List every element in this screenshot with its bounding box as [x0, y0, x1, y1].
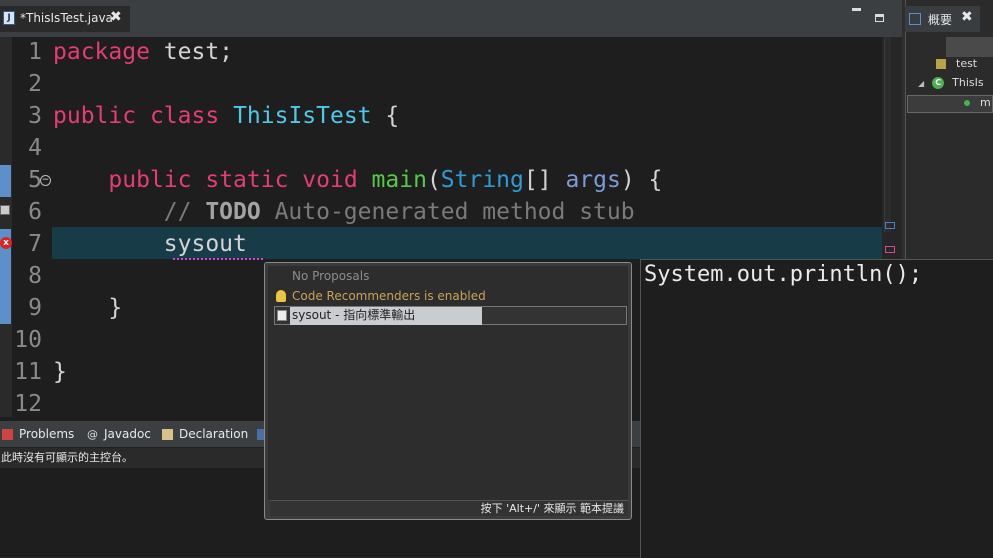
line-number: 12: [14, 391, 42, 417]
line-number: 9: [28, 295, 42, 321]
task-marker-icon: [0, 205, 10, 215]
declaration-icon: [162, 429, 173, 440]
proposal-recommenders[interactable]: Code Recommenders is enabled: [292, 287, 486, 305]
keyword: package: [53, 39, 150, 65]
outline-tab-label: 概要: [928, 13, 953, 27]
package-icon: [936, 59, 946, 69]
code-line-1: package test;: [53, 39, 234, 65]
outline-tab[interactable]: 概要 ✖: [905, 6, 980, 32]
close-tab-icon[interactable]: ✖: [961, 9, 973, 25]
outline-class-item[interactable]: ◢ C ThisIs: [918, 76, 984, 89]
proposal-info-popup: [640, 259, 993, 558]
class-name: ThisIsTest: [233, 103, 372, 129]
code-line-5: public static void main(String[] args) {: [108, 167, 663, 193]
minimize-icon[interactable]: [852, 8, 861, 11]
tab-declaration[interactable]: Declaration: [162, 427, 248, 441]
line-number: 1: [28, 39, 42, 65]
error-marker-icon[interactable]: x: [0, 237, 12, 249]
fold-collapse-icon[interactable]: −: [40, 175, 51, 186]
line-number: 3: [28, 103, 42, 129]
code-line-9: }: [108, 295, 123, 321]
overview-marker[interactable]: [885, 222, 895, 229]
proposal-no-proposals[interactable]: No Proposals: [292, 267, 369, 285]
outline-toolbar[interactable]: [946, 37, 993, 57]
editor-tab-label: *ThisIsTest.java: [20, 11, 113, 25]
tab-javadoc[interactable]: @ Javadoc: [87, 427, 151, 441]
problems-icon: [2, 429, 13, 440]
editor-tab-bar: [0, 0, 902, 37]
outline-icon: [909, 13, 921, 25]
expand-triangle-icon[interactable]: ◢: [918, 79, 924, 88]
outline-method-item[interactable]: m: [907, 95, 993, 113]
outline-package-item[interactable]: test: [936, 57, 977, 70]
line-number: 5: [28, 167, 42, 193]
line-number: 6: [28, 199, 42, 225]
class-icon: C: [932, 77, 945, 89]
lightbulb-icon: [276, 290, 286, 302]
line-number: 10: [14, 327, 42, 353]
method-icon: [964, 100, 970, 106]
annotation-ruler: [0, 37, 12, 417]
proposal-sysout[interactable]: sysout - 指向標準輸出: [292, 306, 415, 324]
line-number: 7: [28, 231, 42, 257]
code-line-6: // TODO Auto-generated method stub: [163, 199, 635, 225]
scrollbar-thumb[interactable]: [884, 37, 891, 232]
template-icon: [277, 310, 287, 321]
tab-problems[interactable]: Problems: [2, 427, 74, 441]
close-tab-icon[interactable]: ✖: [110, 9, 122, 25]
overview-error-marker[interactable]: [885, 246, 895, 253]
java-file-icon: J: [3, 11, 15, 25]
proposal-preview-text: System.out.println();: [644, 262, 923, 287]
javadoc-icon: @: [87, 428, 98, 441]
error-squiggle: [173, 255, 263, 260]
line-number: 2: [28, 71, 42, 97]
line-number: 11: [14, 359, 42, 385]
code-line-11: }: [53, 359, 67, 385]
editor-tab-thisistest[interactable]: J *ThisIsTest.java ✖: [0, 6, 130, 32]
line-number: 8: [28, 263, 42, 289]
line-number: 4: [28, 135, 42, 161]
assist-status-bar: 按下 'Alt+/' 來顯示 範本提議: [270, 500, 628, 516]
maximize-icon[interactable]: [875, 14, 884, 22]
code-line-3: public class ThisIsTest {: [53, 103, 400, 129]
method-name: main: [371, 167, 427, 193]
